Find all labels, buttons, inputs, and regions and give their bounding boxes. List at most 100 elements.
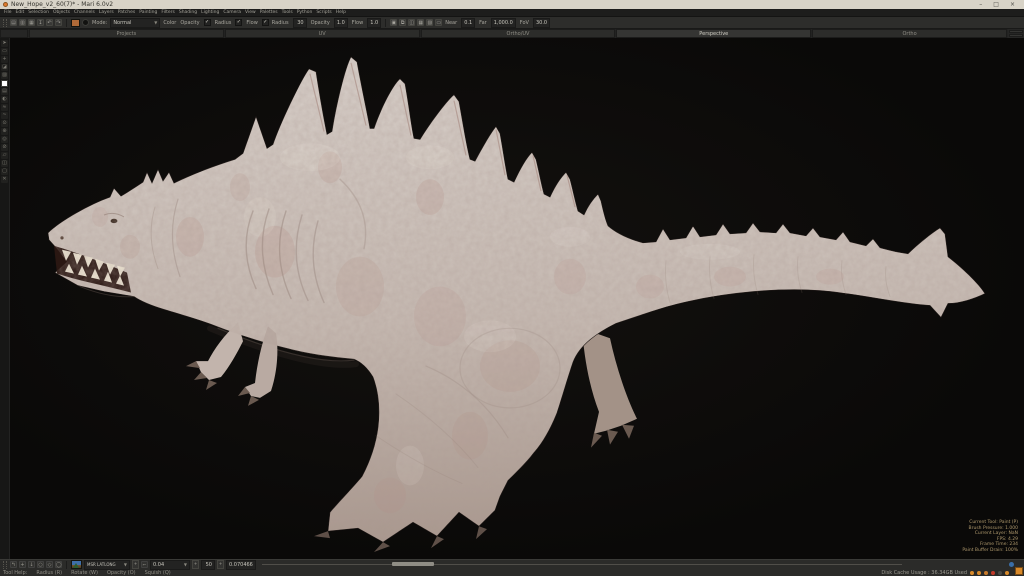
brush-flow-field[interactable]: 1.0 — [367, 17, 382, 28]
help-icon[interactable] — [1009, 562, 1014, 567]
camera-lock-icon[interactable]: ▭ — [435, 19, 443, 26]
brush-radius-field[interactable]: 30 — [292, 17, 307, 28]
ellipse-icon[interactable]: ◯ — [55, 561, 62, 568]
3d-viewport[interactable]: Current Tool: Paint (P) Brush Pressure: 1… — [10, 38, 1024, 559]
menu-channels[interactable]: Channels — [74, 9, 95, 16]
slider-handle[interactable] — [391, 562, 434, 566]
brush-flow-label: Flow — [351, 19, 364, 26]
paint-through-tool[interactable]: ▱ — [1, 152, 8, 159]
tab-uv[interactable]: UV — [224, 29, 420, 38]
toolbar-grip[interactable] — [3, 18, 7, 27]
save-icon[interactable]: ▦ — [28, 19, 35, 26]
bake-down-icon[interactable]: ↓ — [28, 561, 35, 568]
color-picker-tool[interactable]: ◫ — [1, 160, 8, 167]
slerp-tool[interactable]: ⊙ — [1, 120, 8, 127]
statusbar-grip[interactable] — [3, 560, 7, 569]
falloff-curve-icon[interactable]: ⌐ — [141, 561, 148, 568]
uv-grid-icon[interactable]: ▦ — [417, 19, 425, 26]
move-icon[interactable]: + — [19, 561, 26, 568]
clip-near-field[interactable]: 0.1 — [461, 17, 476, 28]
smear-tool[interactable]: ~ — [1, 112, 8, 119]
rotation-stepper[interactable]: + — [217, 560, 224, 569]
toggle-radius-checkbox[interactable]: ✓ — [235, 19, 243, 26]
import-icon[interactable]: ↧ — [37, 19, 44, 26]
select-tool[interactable]: ➤ — [1, 40, 8, 47]
resize-corner-icon[interactable] — [1015, 567, 1023, 575]
menu-objects[interactable]: Objects — [53, 9, 70, 16]
menu-layers[interactable]: Layers — [99, 9, 114, 16]
open-project-icon[interactable]: ▥ — [19, 19, 26, 26]
spin-field[interactable]: 50 — [201, 559, 215, 570]
warp-tool[interactable]: ◎ — [1, 136, 8, 143]
menu-lighting[interactable]: Lighting — [201, 9, 219, 16]
circle-brush-icon[interactable]: ○ — [37, 561, 44, 568]
brush-tip-icon[interactable] — [82, 19, 89, 26]
rotation-field[interactable]: 0.070466 — [226, 559, 256, 570]
undo-icon[interactable]: ↶ — [46, 19, 53, 26]
menu-palettes[interactable]: Palettes — [260, 9, 278, 16]
blur-tool[interactable]: ≈ — [1, 104, 8, 111]
paint-tool[interactable]: ◪ — [1, 64, 8, 71]
menu-view[interactable]: View — [245, 9, 256, 16]
rotation-slider[interactable] — [261, 562, 902, 566]
menu-python[interactable]: Python — [297, 9, 313, 16]
mirror-icon[interactable]: ◇ — [46, 561, 53, 568]
close-button[interactable]: × — [1010, 0, 1015, 9]
projection-icon[interactable]: ⧉ — [399, 19, 407, 26]
redo-icon[interactable]: ↷ — [55, 19, 62, 26]
new-project-icon[interactable]: ▤ — [10, 19, 17, 26]
tab-ortho[interactable]: Ortho — [812, 29, 1007, 38]
environment-image-icon[interactable] — [71, 560, 82, 569]
blend-mode-dropdown[interactable]: Normal ▼ — [110, 17, 161, 28]
menu-shading[interactable]: Shading — [179, 9, 197, 16]
minimize-button[interactable]: – — [979, 0, 982, 9]
transform-tool[interactable]: + — [1, 56, 8, 63]
menu-scripts[interactable]: Scripts — [316, 9, 331, 16]
brush-opacity-field[interactable]: 1.0 — [333, 17, 348, 28]
menu-help[interactable]: Help — [336, 9, 346, 16]
node-tool[interactable]: ▢ — [1, 168, 8, 175]
clone-stamp-tool[interactable]: ▤ — [1, 88, 8, 95]
eraser-tool[interactable]: ▨ — [1, 72, 8, 79]
foreground-color-swatch[interactable] — [1, 80, 8, 87]
title-bar: New_Hope_v2_60(7)* - Mari 6.0v2 – □ × — [0, 0, 1024, 9]
view-tab-bar: Projects UV Ortho/UV Perspective Ortho — [0, 29, 1024, 38]
paint-through-icon[interactable]: ▨ — [426, 19, 434, 26]
menu-camera[interactable]: Camera — [223, 9, 241, 16]
tab-ortho-uv[interactable]: Ortho/UV — [420, 29, 616, 38]
menu-painting[interactable]: Painting — [139, 9, 157, 16]
clip-far-field[interactable]: 1,000.0 — [490, 17, 516, 28]
pan-tool[interactable]: ✕ — [1, 176, 8, 183]
undo-stroke-icon[interactable]: ↰ — [10, 561, 17, 568]
symmetry-icon[interactable]: ◫ — [408, 19, 416, 26]
paint-buffer-icon[interactable]: ▣ — [390, 19, 398, 26]
tab-projects[interactable]: Projects — [29, 29, 224, 38]
marquee-select-tool[interactable]: ▭ — [1, 48, 8, 55]
shortcut-hint: Radius (R) — [36, 569, 63, 576]
maximize-button[interactable]: □ — [993, 0, 999, 9]
paint-color-swatch[interactable] — [71, 18, 80, 27]
menu-file[interactable]: File — [4, 9, 12, 16]
add-falloff-button[interactable]: + — [192, 560, 199, 569]
palette-dock-buttons[interactable] — [1007, 29, 1024, 38]
menu-edit[interactable]: Edit — [16, 9, 25, 16]
gradient-tool[interactable]: ◐ — [1, 96, 8, 103]
clip-fov-field[interactable]: 30.0 — [532, 17, 551, 28]
falloff-dropdown[interactable]: 0.04 ▼ — [150, 559, 190, 570]
toggle-flow-checkbox[interactable]: ✓ — [261, 19, 269, 26]
falloff-value: 0.04 — [153, 561, 165, 568]
status-indicator-dot — [991, 570, 995, 575]
add-environment-button[interactable]: + — [132, 560, 139, 569]
menu-filters[interactable]: Filters — [161, 9, 175, 16]
vector-paint-tool[interactable]: ⊘ — [1, 144, 8, 151]
chevron-down-icon: ▼ — [123, 562, 127, 567]
tab-perspective[interactable]: Perspective — [616, 29, 812, 38]
pin-tool[interactable]: ⊕ — [1, 128, 8, 135]
menu-tools[interactable]: Tools — [282, 9, 293, 16]
environment-dropdown[interactable]: MSR LATLONG ▼ — [84, 559, 130, 570]
menu-patches[interactable]: Patches — [118, 9, 135, 16]
menu-selection[interactable]: Selection — [28, 9, 49, 16]
viewport-hud: Current Tool: Paint (P) Brush Pressure: 1… — [962, 520, 1018, 553]
toggle-opacity-checkbox[interactable]: ✓ — [203, 19, 211, 26]
creature-model[interactable] — [10, 38, 1024, 559]
